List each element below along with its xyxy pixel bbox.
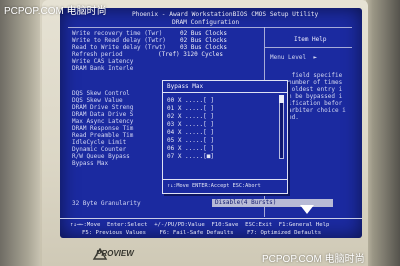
option-06x[interactable]: 06 X .....[ ] [167, 145, 214, 152]
setting-dqs-skew-control[interactable]: DQS Skew Control [72, 90, 130, 97]
help-line-4: n be bypassed i [288, 93, 343, 100]
setting-write-cas-latency[interactable]: Write CAS Latency [72, 58, 133, 65]
setting-rw-queue-bypass[interactable]: R/W Queue Bypass [72, 153, 130, 160]
setting-dynamic-counter[interactable]: Dynamic Counter [72, 146, 126, 153]
help-line-2: number of times [288, 79, 343, 86]
setting-bypass-max[interactable]: Bypass Max [72, 160, 108, 167]
dialog-footer-divider [163, 179, 287, 180]
option-00x[interactable]: 00 X .....[ ] [167, 97, 214, 104]
page-title: DRAM Configuration [172, 19, 240, 26]
setting-read-to-write-delay[interactable]: Read to Write delay (Trwt) [72, 44, 166, 51]
background-left [0, 0, 40, 266]
status-bar: ↑↓→←:Move Enter:Select +/-/PU/PD:Value F… [60, 218, 362, 238]
dialog-title: Bypass Max [167, 83, 204, 90]
setting-write-recovery-time[interactable]: Write recovery time (Twr) [72, 30, 162, 37]
header-divider [68, 27, 352, 28]
setting-read-preamble-time[interactable]: Read Preamble Tim [72, 132, 133, 139]
option-01x[interactable]: 01 X .....[ ] [167, 105, 214, 112]
watermark-top: PCPOP.COM 电脑时尚 [4, 6, 107, 17]
setting-dram-bank-interleave[interactable]: DRAM Bank Interle [72, 65, 133, 72]
menu-level: Menu Level ► [270, 54, 317, 61]
setting-32-byte-granularity[interactable]: 32 Byte Granularity [72, 200, 141, 207]
setting-dram-data-drive-strength[interactable]: DRAM Data Drive S [72, 111, 133, 118]
setting-dram-drive-strength[interactable]: DRAM Drive Streng [72, 104, 133, 111]
help-line-7: ed. [288, 114, 299, 121]
watermark-bottom: PCPOP.COM 电脑时尚 [262, 254, 365, 265]
bios-title: Phoenix - Award WorkstationBIOS CMOS Set… [132, 11, 319, 18]
setting-write-to-read-delay-value[interactable]: 02 Bus Clocks [180, 37, 227, 44]
bios-screen: Phoenix - Award WorkstationBIOS CMOS Set… [60, 8, 362, 238]
setting-write-recovery-time-value[interactable]: 02 Bus Clocks [180, 30, 227, 37]
bypass-max-dialog: Bypass Max 00 X .....[ ] 01 X .....[ ] 0… [162, 80, 288, 194]
dialog-scroll-thumb[interactable] [279, 95, 284, 103]
setting-idlecycle-limit[interactable]: IdleCycle Limit [72, 139, 126, 146]
help-line-1: field specifie [288, 72, 343, 79]
dialog-title-divider [163, 92, 287, 93]
item-help-title: Item Help [294, 36, 327, 43]
monitor-brand: PROVIEW [96, 249, 134, 258]
dialog-footer: ↑↓:Move ENTER:Accept ESC:Abort [167, 183, 261, 189]
setting-max-async-latency[interactable]: Max Async Latency [72, 118, 133, 125]
setting-refresh-period[interactable]: Refresh period [72, 51, 123, 58]
setting-write-to-read-delay[interactable]: Write to Read delay (Twtr) [72, 37, 166, 44]
help-title-divider [265, 47, 352, 48]
dialog-scrollbar[interactable] [279, 95, 284, 159]
setting-read-to-write-delay-value[interactable]: 03 Bus Clocks [180, 44, 227, 51]
setting-dram-response-time[interactable]: DRAM Response Tim [72, 125, 133, 132]
background-right [366, 0, 400, 266]
option-02x[interactable]: 02 X .....[ ] [167, 113, 214, 120]
mouse-cursor-icon [300, 205, 314, 214]
setting-32-byte-granularity-value[interactable]: Disable(4 Bursts) [212, 199, 333, 207]
help-line-6: arbiter choice i [288, 107, 346, 114]
option-07x[interactable]: 07 X .....[■] [167, 153, 214, 160]
help-line-3: oldest entry i [288, 86, 343, 93]
option-05x[interactable]: 05 X .....[ ] [167, 137, 214, 144]
setting-dqs-skew-value[interactable]: DQS Skew Value [72, 97, 123, 104]
help-line-5: ification befor [288, 100, 343, 107]
status-line-1: ↑↓→←:Move Enter:Select +/-/PU/PD:Value F… [70, 222, 330, 228]
status-line-2: F5: Previous Values F6: Fail-Safe Defaul… [82, 230, 322, 236]
option-04x[interactable]: 04 X .....[ ] [167, 129, 214, 136]
setting-refresh-period-value[interactable]: (Tref) 3120 Cycles [158, 51, 223, 58]
option-03x[interactable]: 03 X .....[ ] [167, 121, 214, 128]
